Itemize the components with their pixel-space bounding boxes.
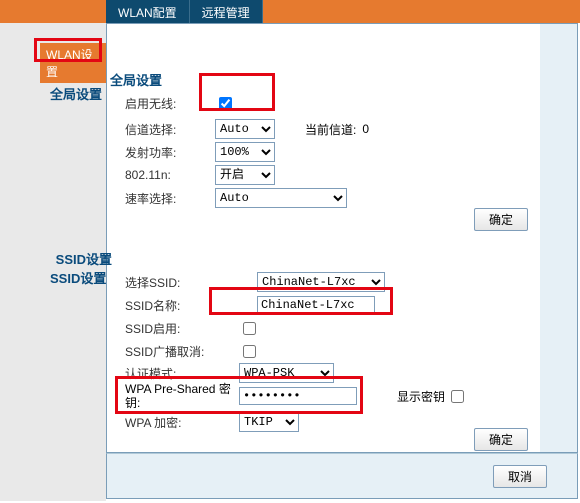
current-channel-label: 当前信道: [305,121,356,138]
ssid-enable-label: SSID启用: [125,320,215,337]
confirm-button-ssid[interactable]: 确定 [474,428,528,451]
auth-mode-label: 认证模式: [125,365,215,382]
sidebar-item-wlan-settings[interactable]: WLAN设置 [40,43,106,83]
tx-power-select[interactable]: 100% [215,142,275,162]
enable-wireless-label: 启用无线: [125,95,215,112]
select-ssid-select[interactable]: ChinaNet-L7xc [257,272,385,292]
mode-select[interactable]: 开启 [215,165,275,185]
current-channel-value: 0 [362,122,369,136]
wpa-key-input[interactable] [239,387,357,405]
tab-remote-mgmt[interactable]: 远程管理 [190,0,263,23]
ssid-enable-checkbox[interactable] [243,322,256,335]
wpa-key-label: WPA Pre-Shared 密 钥: [125,382,239,410]
wpa-enc-label: WPA 加密: [125,414,215,431]
ssid-name-label: SSID名称: [125,297,215,314]
cancel-button[interactable]: 取消 [493,465,547,488]
select-ssid-label: 选择SSID: [125,274,215,291]
show-key-checkbox[interactable] [451,390,464,403]
section-title-ssid-side: SSID设置 [50,268,106,287]
right-column [540,23,578,453]
section-title-global: 全局设置 [110,70,162,89]
section-title-global-side: 全局设置 [50,84,102,103]
rate-select[interactable]: Auto [215,188,347,208]
footer: 取消 [106,453,578,499]
confirm-button-global[interactable]: 确定 [474,208,528,231]
main-panel: 全局设置 启用无线: 信道选择: Auto 当前信道: 0 发射功率: 100%… [106,23,540,453]
enable-wireless-checkbox[interactable] [219,97,232,110]
ssid-name-input[interactable] [257,296,375,314]
tx-power-label: 发射功率: [125,144,215,161]
topbar-spacer [0,0,106,23]
auth-mode-select[interactable]: WPA-PSK [239,363,334,383]
tab-wlan-config[interactable]: WLAN配置 [106,0,190,23]
section-title-ssid: SSID设置 [52,249,112,268]
wpa-enc-select[interactable]: TKIP [239,412,299,432]
ssid-broadcast-checkbox[interactable] [243,345,256,358]
show-key-label: 显示密钥 [397,388,445,405]
channel-label: 信道选择: [125,121,215,138]
top-tabbar: WLAN配置 远程管理 [0,0,580,23]
ssid-broadcast-label: SSID广播取消: [125,343,215,360]
mode-label: 802.11n: [125,168,215,182]
channel-select[interactable]: Auto [215,119,275,139]
rate-label: 速率选择: [125,190,215,207]
